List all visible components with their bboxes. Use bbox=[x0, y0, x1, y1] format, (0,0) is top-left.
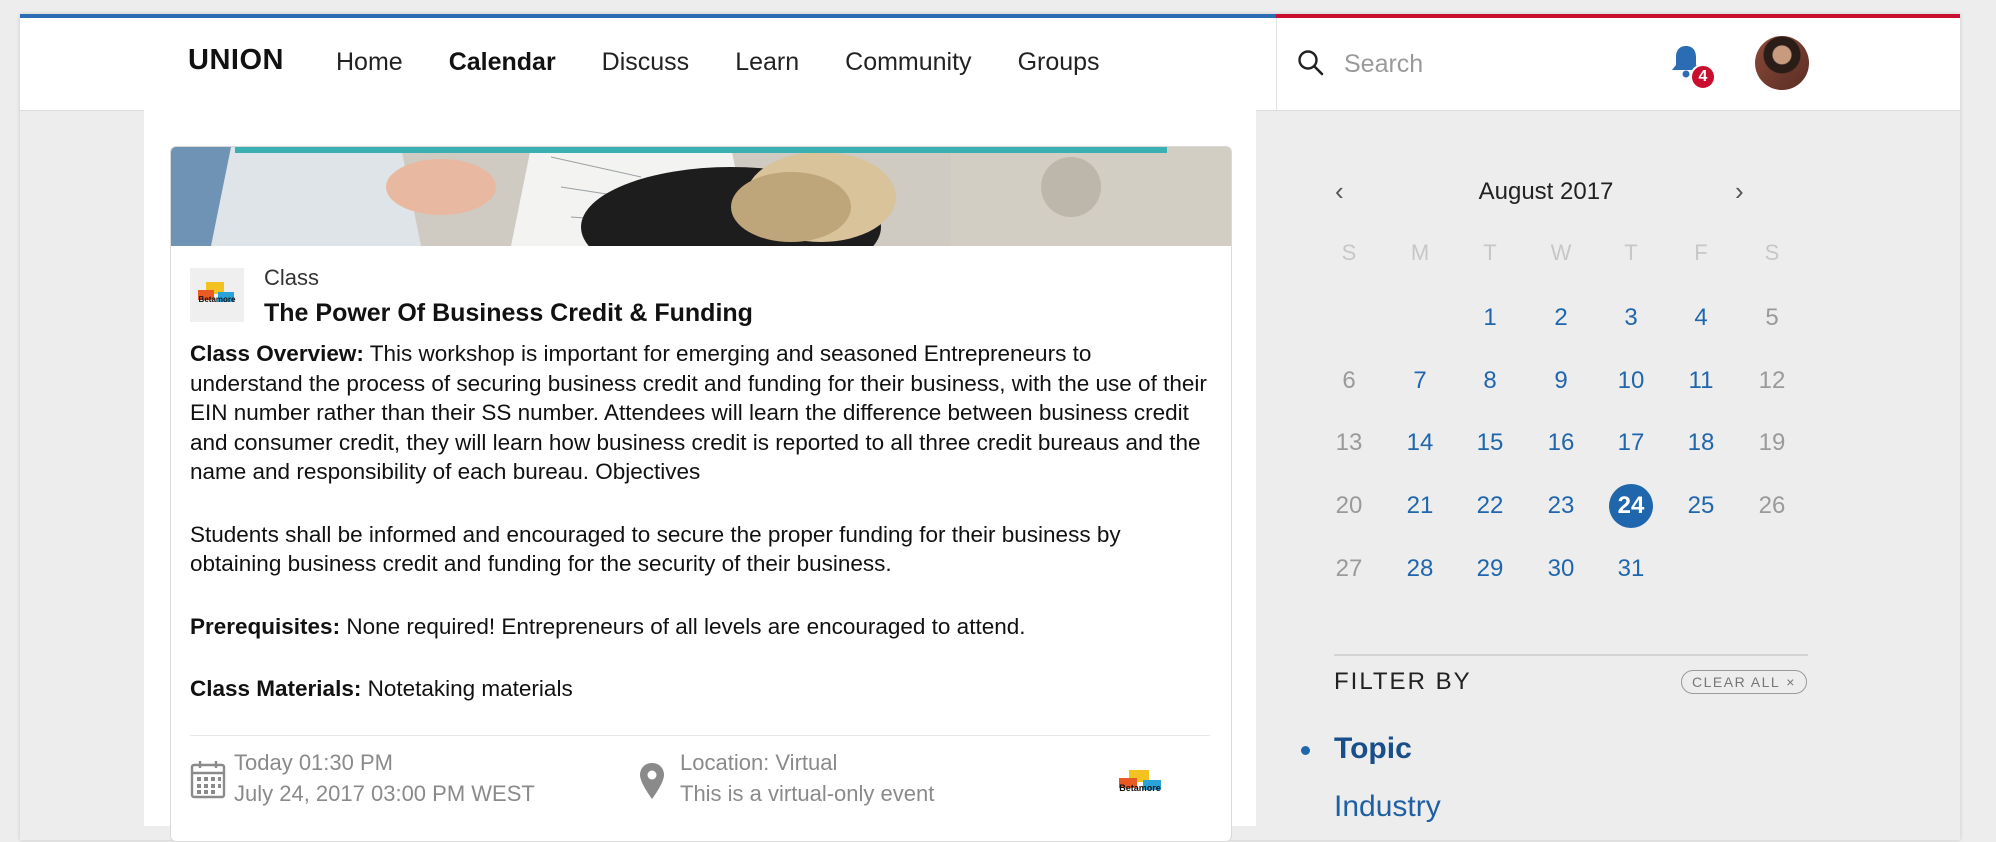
calendar-day[interactable]: 7 bbox=[1398, 359, 1442, 403]
calendar-day[interactable]: 25 bbox=[1679, 484, 1723, 528]
notification-badge: 4 bbox=[1690, 64, 1716, 90]
event-card[interactable]: Betamore Class The Power Of Business Cre… bbox=[170, 146, 1232, 842]
event-hero-image bbox=[171, 147, 1231, 246]
calendar-day[interactable]: 3 bbox=[1609, 296, 1653, 340]
calendar-day[interactable]: 28 bbox=[1398, 547, 1442, 591]
main-nav: Home Calendar Discuss Learn Community Gr… bbox=[336, 48, 1100, 77]
accent-bar-red bbox=[1276, 14, 1960, 18]
calendar-day[interactable]: 6 bbox=[1327, 359, 1371, 403]
calendar-day[interactable]: 8 bbox=[1468, 359, 1512, 403]
card-divider bbox=[190, 735, 1210, 736]
materials-paragraph: Class Materials: Notetaking materials bbox=[190, 674, 1210, 704]
calendar-header: August 2017 ‹ › bbox=[1335, 176, 1755, 212]
filter-divider bbox=[1334, 654, 1808, 656]
svg-text:Betamore: Betamore bbox=[199, 295, 236, 304]
calendar-prev-button[interactable]: ‹ bbox=[1335, 176, 1344, 207]
nav-item-calendar[interactable]: Calendar bbox=[449, 48, 556, 77]
betamore-logo: Betamore bbox=[198, 282, 236, 304]
calendar-day[interactable]: 27 bbox=[1327, 547, 1371, 591]
nav-item-community[interactable]: Community bbox=[845, 48, 971, 77]
calendar-day[interactable]: 4 bbox=[1679, 296, 1723, 340]
prerequisites-label: Prerequisites: bbox=[190, 613, 341, 639]
search-input[interactable] bbox=[1342, 44, 1646, 84]
weekday-header: M bbox=[1410, 240, 1430, 265]
weekday-header: T bbox=[1483, 240, 1497, 265]
event-end-time: July 24, 2017 03:00 PM WEST bbox=[234, 781, 535, 806]
nav-item-home[interactable]: Home bbox=[336, 48, 403, 77]
event-time: Today 01:30 PM July 24, 2017 03:00 PM WE… bbox=[234, 747, 535, 809]
weekday-header: S bbox=[1341, 240, 1357, 265]
calendar-day[interactable]: 15 bbox=[1468, 421, 1512, 465]
calendar-day-selected[interactable]: 24 bbox=[1609, 484, 1653, 528]
svg-text:Betamore: Betamore bbox=[1119, 783, 1161, 793]
filter-item-topic[interactable]: Topic bbox=[1334, 732, 1412, 766]
weekday-header: S bbox=[1764, 240, 1780, 265]
calendar-day[interactable]: 5 bbox=[1750, 296, 1794, 340]
calendar-day[interactable]: 30 bbox=[1539, 547, 1583, 591]
calendar-day[interactable]: 14 bbox=[1398, 421, 1442, 465]
materials-text: Notetaking materials bbox=[361, 676, 573, 701]
calendar-day[interactable]: 2 bbox=[1539, 296, 1583, 340]
calendar-day[interactable]: 20 bbox=[1327, 484, 1371, 528]
search-icon[interactable] bbox=[1296, 48, 1326, 78]
calendar-day[interactable]: 22 bbox=[1468, 484, 1512, 528]
prerequisites-paragraph: Prerequisites: None required! Entreprene… bbox=[190, 612, 1210, 642]
calendar-day[interactable]: 12 bbox=[1750, 359, 1794, 403]
close-icon: × bbox=[1786, 674, 1796, 690]
site-logo[interactable]: UNION bbox=[188, 44, 284, 77]
class-provider-logo: Betamore bbox=[190, 268, 244, 322]
prerequisites-text: None required! Entrepreneurs of all leve… bbox=[340, 613, 1026, 639]
calendar-icon bbox=[190, 761, 226, 799]
calendar-day[interactable]: 21 bbox=[1398, 484, 1442, 528]
filter-title: FILTER BY bbox=[1334, 668, 1472, 695]
map-pin-icon bbox=[640, 763, 664, 799]
betamore-footer-logo: Betamore bbox=[1119, 770, 1161, 793]
calendar-day[interactable]: 10 bbox=[1609, 359, 1653, 403]
nav-item-learn[interactable]: Learn bbox=[735, 48, 799, 77]
weekday-header: T bbox=[1624, 240, 1638, 265]
calendar-day[interactable]: 9 bbox=[1539, 359, 1583, 403]
event-location-note: This is a virtual-only event bbox=[680, 781, 935, 806]
event-location-label: Location: Virtual bbox=[680, 750, 838, 775]
active-filter-indicator bbox=[1301, 746, 1310, 755]
calendar-day[interactable]: 31 bbox=[1609, 547, 1653, 591]
calendar-month-title: August 2017 bbox=[1478, 178, 1614, 205]
weekday-header: F bbox=[1694, 240, 1708, 265]
accent-bar-blue bbox=[20, 14, 1276, 18]
calendar-day[interactable]: 11 bbox=[1679, 359, 1723, 403]
nav-item-groups[interactable]: Groups bbox=[1018, 48, 1100, 77]
calendar-day[interactable]: 23 bbox=[1539, 484, 1583, 528]
calendar-day[interactable]: 19 bbox=[1750, 421, 1794, 465]
clear-all-button[interactable]: CLEAR ALL × bbox=[1681, 670, 1807, 694]
calendar-day[interactable]: 13 bbox=[1327, 421, 1371, 465]
calendar-day[interactable]: 29 bbox=[1468, 547, 1512, 591]
calendar-next-button[interactable]: › bbox=[1735, 176, 1744, 207]
overview-paragraph: Class Overview: This workshop is importa… bbox=[190, 339, 1210, 487]
clear-all-label: CLEAR ALL bbox=[1692, 674, 1781, 690]
weekday-header: W bbox=[1550, 240, 1572, 265]
hero-accent-bar bbox=[235, 147, 1167, 153]
event-type-label: Class bbox=[264, 265, 320, 290]
overview-label: Class Overview: bbox=[190, 341, 364, 366]
event-title[interactable]: The Power Of Business Credit & Funding bbox=[264, 299, 753, 328]
filter-item-industry[interactable]: Industry bbox=[1334, 790, 1441, 824]
materials-label: Class Materials: bbox=[190, 676, 362, 701]
event-start-time: Today 01:30 PM bbox=[234, 750, 393, 775]
calendar-day[interactable]: 1 bbox=[1468, 296, 1512, 340]
calendar-day[interactable]: 18 bbox=[1679, 421, 1723, 465]
calendar-day[interactable]: 17 bbox=[1609, 421, 1653, 465]
nav-item-discuss[interactable]: Discuss bbox=[602, 48, 690, 77]
calendar-day[interactable]: 26 bbox=[1750, 484, 1794, 528]
event-location: Location: Virtual This is a virtual-only… bbox=[680, 747, 934, 809]
user-avatar[interactable] bbox=[1755, 36, 1809, 90]
event-description: Class Overview: This workshop is importa… bbox=[190, 339, 1210, 737]
students-paragraph: Students shall be informed and encourage… bbox=[190, 521, 1121, 577]
calendar-day[interactable]: 16 bbox=[1539, 421, 1583, 465]
